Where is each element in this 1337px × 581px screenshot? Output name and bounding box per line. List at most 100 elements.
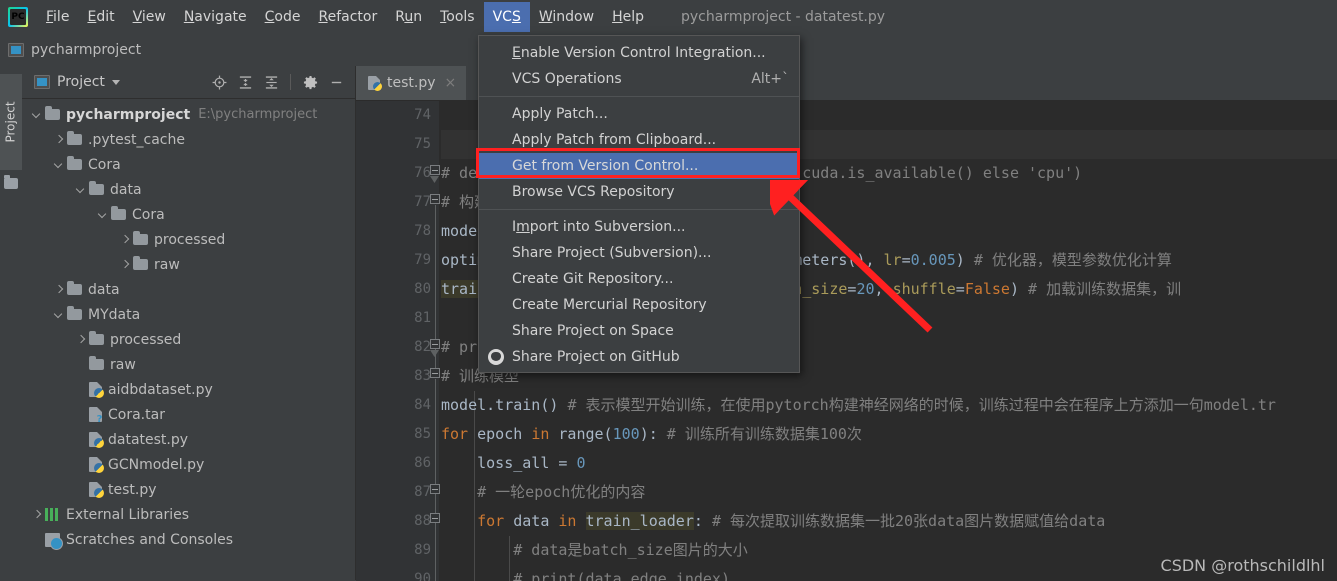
tree-node[interactable]: processed (22, 227, 355, 252)
watermark-text: CSDN @rothschildlhl (1161, 556, 1325, 575)
tree-node[interactable]: Cora (22, 152, 355, 177)
tool-window-button-project[interactable]: Project (0, 74, 22, 170)
chevron-down-icon[interactable] (30, 108, 44, 122)
folder-icon (67, 284, 82, 295)
project-tree[interactable]: pycharmprojectE:\pycharmproject.pytest_c… (22, 99, 355, 580)
menu-tools[interactable]: Tools (431, 2, 484, 32)
code-line[interactable]: for data in train_loader: # 每次提取训练数据集一批2… (441, 507, 1337, 536)
tree-node-label: External Libraries (66, 507, 189, 523)
locate-icon[interactable] (208, 71, 230, 93)
tree-node-label: aidbdataset.py (108, 382, 213, 398)
tree-node-label: raw (110, 357, 136, 373)
code-folding-column[interactable] (429, 101, 441, 581)
tree-node[interactable]: raw (22, 252, 355, 277)
close-icon[interactable]: × (445, 75, 457, 91)
vcs-menu-item-create-git-repository[interactable]: Create Git Repository... (479, 266, 799, 292)
menu-run[interactable]: Run (386, 2, 431, 32)
python-file-icon (89, 482, 102, 497)
tree-node[interactable]: aidbdataset.py (22, 377, 355, 402)
chevron-down-icon[interactable] (52, 308, 66, 322)
vcs-dropdown-menu[interactable]: Enable Version Control Integration... VCS… (478, 35, 800, 373)
chevron-down-icon[interactable] (52, 158, 66, 172)
code-line[interactable]: for epoch in range(100): # 训练所有训练数据集100次 (441, 420, 1337, 449)
gear-icon[interactable] (299, 71, 321, 93)
fold-marker[interactable] (430, 368, 440, 378)
vcs-menu-item-apply-patch-from-clipboard[interactable]: Apply Patch from Clipboard... (479, 127, 799, 153)
scratches-icon (45, 533, 60, 547)
fold-marker[interactable] (430, 339, 440, 349)
tree-node[interactable]: MYdata (22, 302, 355, 327)
tree-node[interactable]: datatest.py (22, 427, 355, 452)
github-icon (488, 349, 504, 365)
tree-node[interactable]: Cora.tar (22, 402, 355, 427)
tree-node[interactable]: data (22, 177, 355, 202)
chevron-right-icon[interactable] (118, 233, 132, 247)
menu-edit[interactable]: Edit (78, 2, 123, 32)
vcs-menu-item-import-into-subversion[interactable]: Import into Subversion... (479, 214, 799, 240)
fold-marker[interactable] (430, 194, 440, 204)
minimize-icon[interactable] (325, 71, 347, 93)
vcs-menu-item-share-project-on-github[interactable]: Share Project on GitHub (479, 344, 799, 370)
chevron-right-icon[interactable] (30, 508, 44, 522)
tree-spacer (74, 358, 88, 372)
tree-node-label: MYdata (88, 307, 140, 323)
menu-refactor[interactable]: Refactor (309, 2, 386, 32)
folder-icon (111, 209, 126, 220)
chevron-right-icon (783, 188, 789, 196)
menu-help[interactable]: Help (603, 2, 653, 32)
tree-node[interactable]: processed (22, 327, 355, 352)
code-line[interactable]: # 一轮epoch优化的内容 (441, 478, 1337, 507)
tree-node[interactable]: data (22, 277, 355, 302)
chevron-right-icon[interactable] (74, 333, 88, 347)
menu-view[interactable]: View (124, 2, 175, 32)
expand-all-icon[interactable] (234, 71, 256, 93)
chevron-down-icon[interactable] (112, 80, 120, 85)
chevron-down-icon[interactable] (96, 208, 110, 222)
code-line[interactable]: loss_all = 0 (441, 449, 1337, 478)
vcs-menu-item-create-mercurial-repository[interactable]: Create Mercurial Repository (479, 292, 799, 318)
menu-code[interactable]: Code (256, 2, 310, 32)
vcs-menu-item-enable-version-control-integration[interactable]: Enable Version Control Integration... (479, 40, 799, 66)
line-number: 84 (356, 391, 439, 420)
vcs-menu-item-label: Import into Subversion... (512, 219, 685, 235)
fold-marker[interactable] (430, 165, 440, 175)
fold-marker[interactable] (430, 484, 440, 494)
line-number: 89 (356, 536, 439, 565)
line-number: 87 (356, 478, 439, 507)
collapse-all-icon[interactable] (260, 71, 282, 93)
tree-node[interactable]: raw (22, 352, 355, 377)
vcs-menu-item-share-project-on-space[interactable]: Share Project on Space (479, 318, 799, 344)
pycharm-window: FileEditViewNavigateCodeRefactorRunTools… (0, 0, 1337, 580)
chevron-right-icon[interactable] (52, 283, 66, 297)
vcs-menu-item-apply-patch[interactable]: Apply Patch... (479, 101, 799, 127)
chevron-right-icon[interactable] (52, 133, 66, 147)
editor-tab-test-py[interactable]: test.py× (356, 66, 466, 100)
tree-node[interactable]: pycharmprojectE:\pycharmproject (22, 102, 355, 127)
tree-node[interactable]: .pytest_cache (22, 127, 355, 152)
vcs-menu-item-vcs-operations[interactable]: VCS OperationsAlt+` (479, 66, 799, 92)
menu-navigate[interactable]: Navigate (175, 2, 256, 32)
chevron-right-icon[interactable] (118, 258, 132, 272)
project-panel-title: Project (57, 74, 105, 90)
menu-window[interactable]: Window (530, 2, 603, 32)
project-tool-window: Project pycharmp (22, 66, 356, 580)
chevron-down-icon[interactable] (74, 183, 88, 197)
vcs-menu-item-share-project-subversion[interactable]: Share Project (Subversion)... (479, 240, 799, 266)
tree-node-label: processed (154, 232, 225, 248)
tree-node[interactable]: External Libraries (22, 502, 355, 527)
menu-file[interactable]: File (37, 2, 78, 32)
tree-node-label: data (110, 182, 142, 198)
tree-node[interactable]: Scratches and Consoles (22, 527, 355, 552)
tree-node[interactable]: test.py (22, 477, 355, 502)
tree-node[interactable]: Cora (22, 202, 355, 227)
tree-node[interactable]: GCNmodel.py (22, 452, 355, 477)
vcs-menu-item-get-from-version-control[interactable]: Get from Version Control... (479, 153, 799, 179)
code-line[interactable]: model.train() # 表示模型开始训练，在使用pytorch构建神经网… (441, 391, 1337, 420)
tree-node-label: raw (154, 257, 180, 273)
fold-arrow-icon (430, 350, 439, 357)
vcs-menu-item-label: Enable Version Control Integration... (512, 45, 766, 61)
folder-icon[interactable] (4, 178, 18, 189)
vcs-menu-item-browse-vcs-repository[interactable]: Browse VCS Repository (479, 179, 799, 205)
fold-marker[interactable] (430, 513, 440, 523)
menu-vcs[interactable]: VCS (484, 2, 530, 32)
